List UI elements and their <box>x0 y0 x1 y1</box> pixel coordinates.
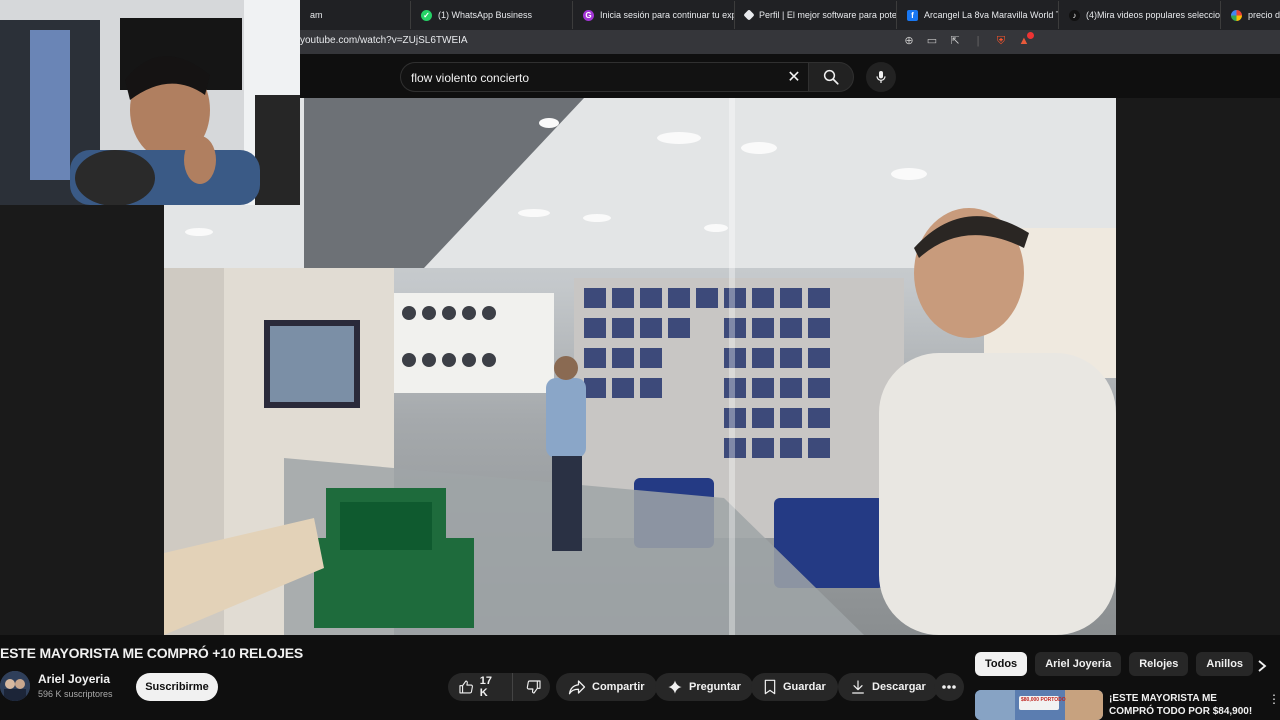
ask-button[interactable]: Preguntar <box>655 673 753 701</box>
rewards-icon[interactable]: ▲ <box>1017 32 1034 48</box>
thumbnail-text: $80,000 PORTODO <box>1021 697 1066 703</box>
browser-tab-facebook[interactable]: f Arcangel La 8va Maravilla World To <box>896 1 1058 29</box>
download-button[interactable]: Descargar <box>838 673 938 701</box>
screen: am ✓ (1) WhatsApp Business G Inicia sesi… <box>0 0 1280 720</box>
webcam-overlay <box>0 0 300 205</box>
cast-icon[interactable]: ▭ <box>925 34 939 48</box>
search-icon <box>823 69 839 85</box>
zoom-icon[interactable]: ⊕ <box>902 34 916 48</box>
browser-tab-tiktok[interactable]: ♪ (4)Mira videos populares seleccio <box>1058 1 1220 29</box>
tab-label: Perfil | El mejor software para pote <box>759 10 896 20</box>
purple-g-icon: G <box>583 9 594 21</box>
microphone-icon <box>876 71 886 83</box>
voice-search-button[interactable] <box>866 62 896 92</box>
channel-avatar[interactable] <box>0 671 30 701</box>
sparkle-icon <box>668 680 682 694</box>
bookmark-icon <box>764 679 776 695</box>
url-text[interactable]: youtube.com/watch?v=ZUjSL6TWEIA <box>300 35 468 46</box>
browser-tab[interactable]: am <box>300 1 410 29</box>
chip-rings[interactable]: Anillos <box>1196 652 1254 676</box>
ask-label: Preguntar <box>689 681 741 693</box>
tab-label: precio de <box>1248 10 1280 20</box>
tab-label: Inicia sesión para continuar tu exp <box>600 10 734 20</box>
google-icon <box>1231 9 1242 21</box>
browser-tab-login[interactable]: G Inicia sesión para continuar tu exp <box>572 1 734 29</box>
dislike-button[interactable] <box>519 673 550 701</box>
channel-name[interactable]: Ariel Joyeria <box>38 672 110 686</box>
recommended-thumbnail[interactable]: $80,000 PORTODO <box>975 690 1103 720</box>
chips-next-button[interactable] <box>1252 656 1272 676</box>
clear-search-icon[interactable]: ✕ <box>784 67 804 87</box>
search-button[interactable] <box>808 62 854 92</box>
divider: | <box>976 35 980 47</box>
recommended-title[interactable]: ¡ESTE MAYORISTA ME COMPRÓ TODO POR $84,9… <box>1109 692 1259 718</box>
facebook-icon: f <box>907 9 918 21</box>
related-chips: Todos Ariel Joyeria Relojes Anillos <box>975 652 1254 676</box>
video-title: ESTE MAYORISTA ME COMPRÓ +10 RELOJES <box>0 645 304 661</box>
browser-tab-whatsapp[interactable]: ✓ (1) WhatsApp Business <box>410 1 572 29</box>
chevron-right-icon <box>1258 660 1267 672</box>
tab-label: Arcangel La 8va Maravilla World To <box>924 10 1058 20</box>
chip-watches[interactable]: Relojes <box>1129 652 1189 676</box>
thumbs-up-icon <box>459 680 473 694</box>
whatsapp-icon: ✓ <box>421 9 432 21</box>
more-horizontal-icon <box>942 685 956 689</box>
thumbs-down-icon <box>527 680 541 694</box>
browser-tab-profile[interactable]: Perfil | El mejor software para pote <box>734 1 896 29</box>
share-icon <box>568 680 586 695</box>
tab-label: (1) WhatsApp Business <box>438 10 533 20</box>
webcam-frame <box>0 0 300 205</box>
search-input[interactable]: flow violento concierto ✕ <box>400 62 810 92</box>
more-actions-button[interactable] <box>934 673 964 701</box>
video-frame <box>164 98 1116 635</box>
more-vertical-icon[interactable]: ⋮ <box>1268 692 1280 706</box>
subscribe-button[interactable]: Suscribirme <box>136 673 218 701</box>
video-player[interactable] <box>164 98 1116 635</box>
diamond-icon <box>743 9 755 21</box>
tiktok-icon: ♪ <box>1069 9 1080 21</box>
browser-tab-google[interactable]: precio de <box>1220 1 1280 29</box>
save-button[interactable]: Guardar <box>751 673 838 701</box>
save-label: Guardar <box>783 681 826 693</box>
address-bar-icons: ⊕ ▭ ⇱ | ⛨ ▲ <box>902 32 1034 48</box>
chip-all[interactable]: Todos <box>975 652 1028 676</box>
chip-channel[interactable]: Ariel Joyeria <box>1035 652 1122 676</box>
share-button[interactable]: Compartir <box>556 673 657 701</box>
like-dislike-group: 17 K <box>448 673 550 701</box>
thumbnail-image <box>975 690 1103 720</box>
search-query: flow violento concierto <box>411 71 530 85</box>
download-icon <box>852 680 864 694</box>
brave-shield-icon[interactable]: ⛨ <box>994 34 1008 48</box>
download-label: Descargar <box>872 681 926 693</box>
avatar-image <box>0 671 30 701</box>
like-button[interactable]: 17 K <box>448 673 513 701</box>
tab-label: (4)Mira videos populares seleccio <box>1086 10 1220 20</box>
like-count: 17 K <box>479 675 492 699</box>
subscriber-count: 596 K suscriptores <box>38 689 113 699</box>
tab-label: am <box>310 10 323 20</box>
share-page-icon[interactable]: ⇱ <box>948 34 962 48</box>
share-label: Compartir <box>592 681 645 693</box>
